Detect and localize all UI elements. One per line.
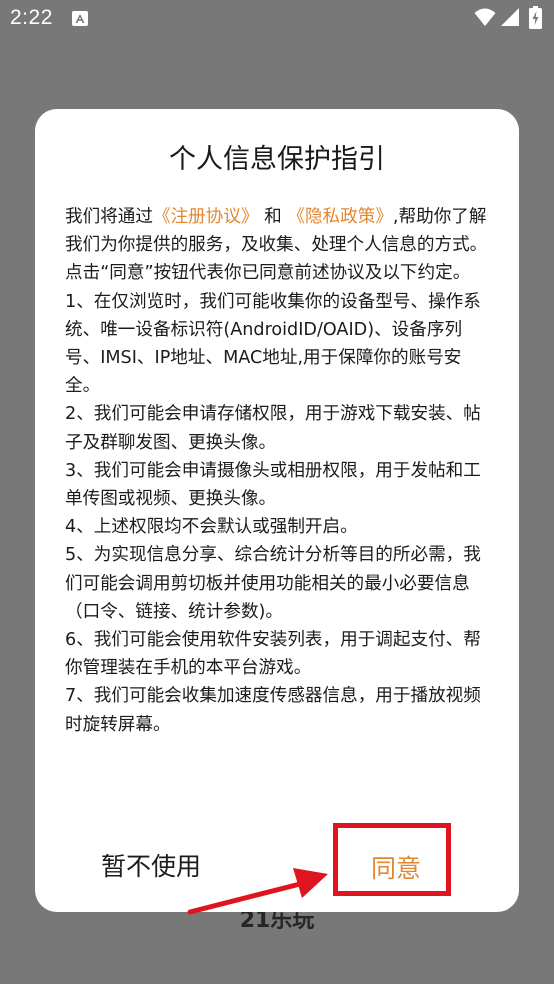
list-item: 4、上述权限均不会默认或强制开启。 bbox=[65, 517, 358, 538]
intro-and: 和 bbox=[258, 207, 288, 227]
dialog-body: 我们将通过《注册协议》 和 《隐私政策》,帮助你了解我们为你提供的服务，及收集、… bbox=[65, 203, 493, 739]
list-item: 2、我们可能会申请存储权限，用于游戏下载安装、帖子及群聊发图、更换头像。 bbox=[65, 404, 481, 453]
status-time: 2:22 bbox=[10, 6, 53, 29]
a-notification-icon bbox=[72, 11, 88, 26]
dialog-title: 个人信息保护指引 bbox=[169, 144, 385, 175]
status-bar: 2:22 bbox=[0, 0, 554, 38]
battery-charging-icon bbox=[529, 6, 542, 33]
list-item: 6、我们可能会使用软件安装列表，用于调起支付、帮你管理装在手机的本平台游戏。 bbox=[65, 630, 481, 679]
list-item: 7、我们可能会收集加速度传感器信息，用于播放视频时旋转屏幕。 bbox=[65, 686, 481, 735]
privacy-policy-link[interactable]: 《隐私政策》 bbox=[287, 207, 393, 227]
intro-prefix: 我们将通过 bbox=[65, 207, 153, 227]
agree-button[interactable]: 同意 bbox=[371, 849, 421, 885]
screen: 2:22 21乐玩 个人信息保护指引 我们将通过《注册协议》 和 《隐私政策》,… bbox=[0, 0, 554, 984]
decline-button[interactable]: 暂不使用 bbox=[101, 847, 201, 883]
list-item: 5、为实现信息分享、综合统计分析等目的所必需，我们可能会调用剪切板并使用功能相关… bbox=[65, 545, 481, 622]
consent-note: 点击“同意”按钮代表你已同意前述协议及以下约定。 bbox=[65, 263, 471, 284]
privacy-dialog: 个人信息保护指引 我们将通过《注册协议》 和 《隐私政策》,帮助你了解我们为你提… bbox=[35, 109, 519, 912]
register-agreement-link[interactable]: 《注册协议》 bbox=[153, 207, 259, 227]
list-item: 3、我们可能会申请摄像头或相册权限，用于发帖和工单传图或视频、更换头像。 bbox=[65, 460, 481, 510]
list-item: 1、在仅浏览时，我们可能收集你的设备型号、操作系统、唯一设备标识符(Androi… bbox=[65, 291, 481, 397]
intro-paragraph: 我们将通过《注册协议》 和 《隐私政策》,帮助你了解我们为你提供的服务，及收集、… bbox=[65, 203, 493, 259]
signal-icon bbox=[500, 7, 520, 31]
wifi-icon bbox=[474, 7, 496, 31]
